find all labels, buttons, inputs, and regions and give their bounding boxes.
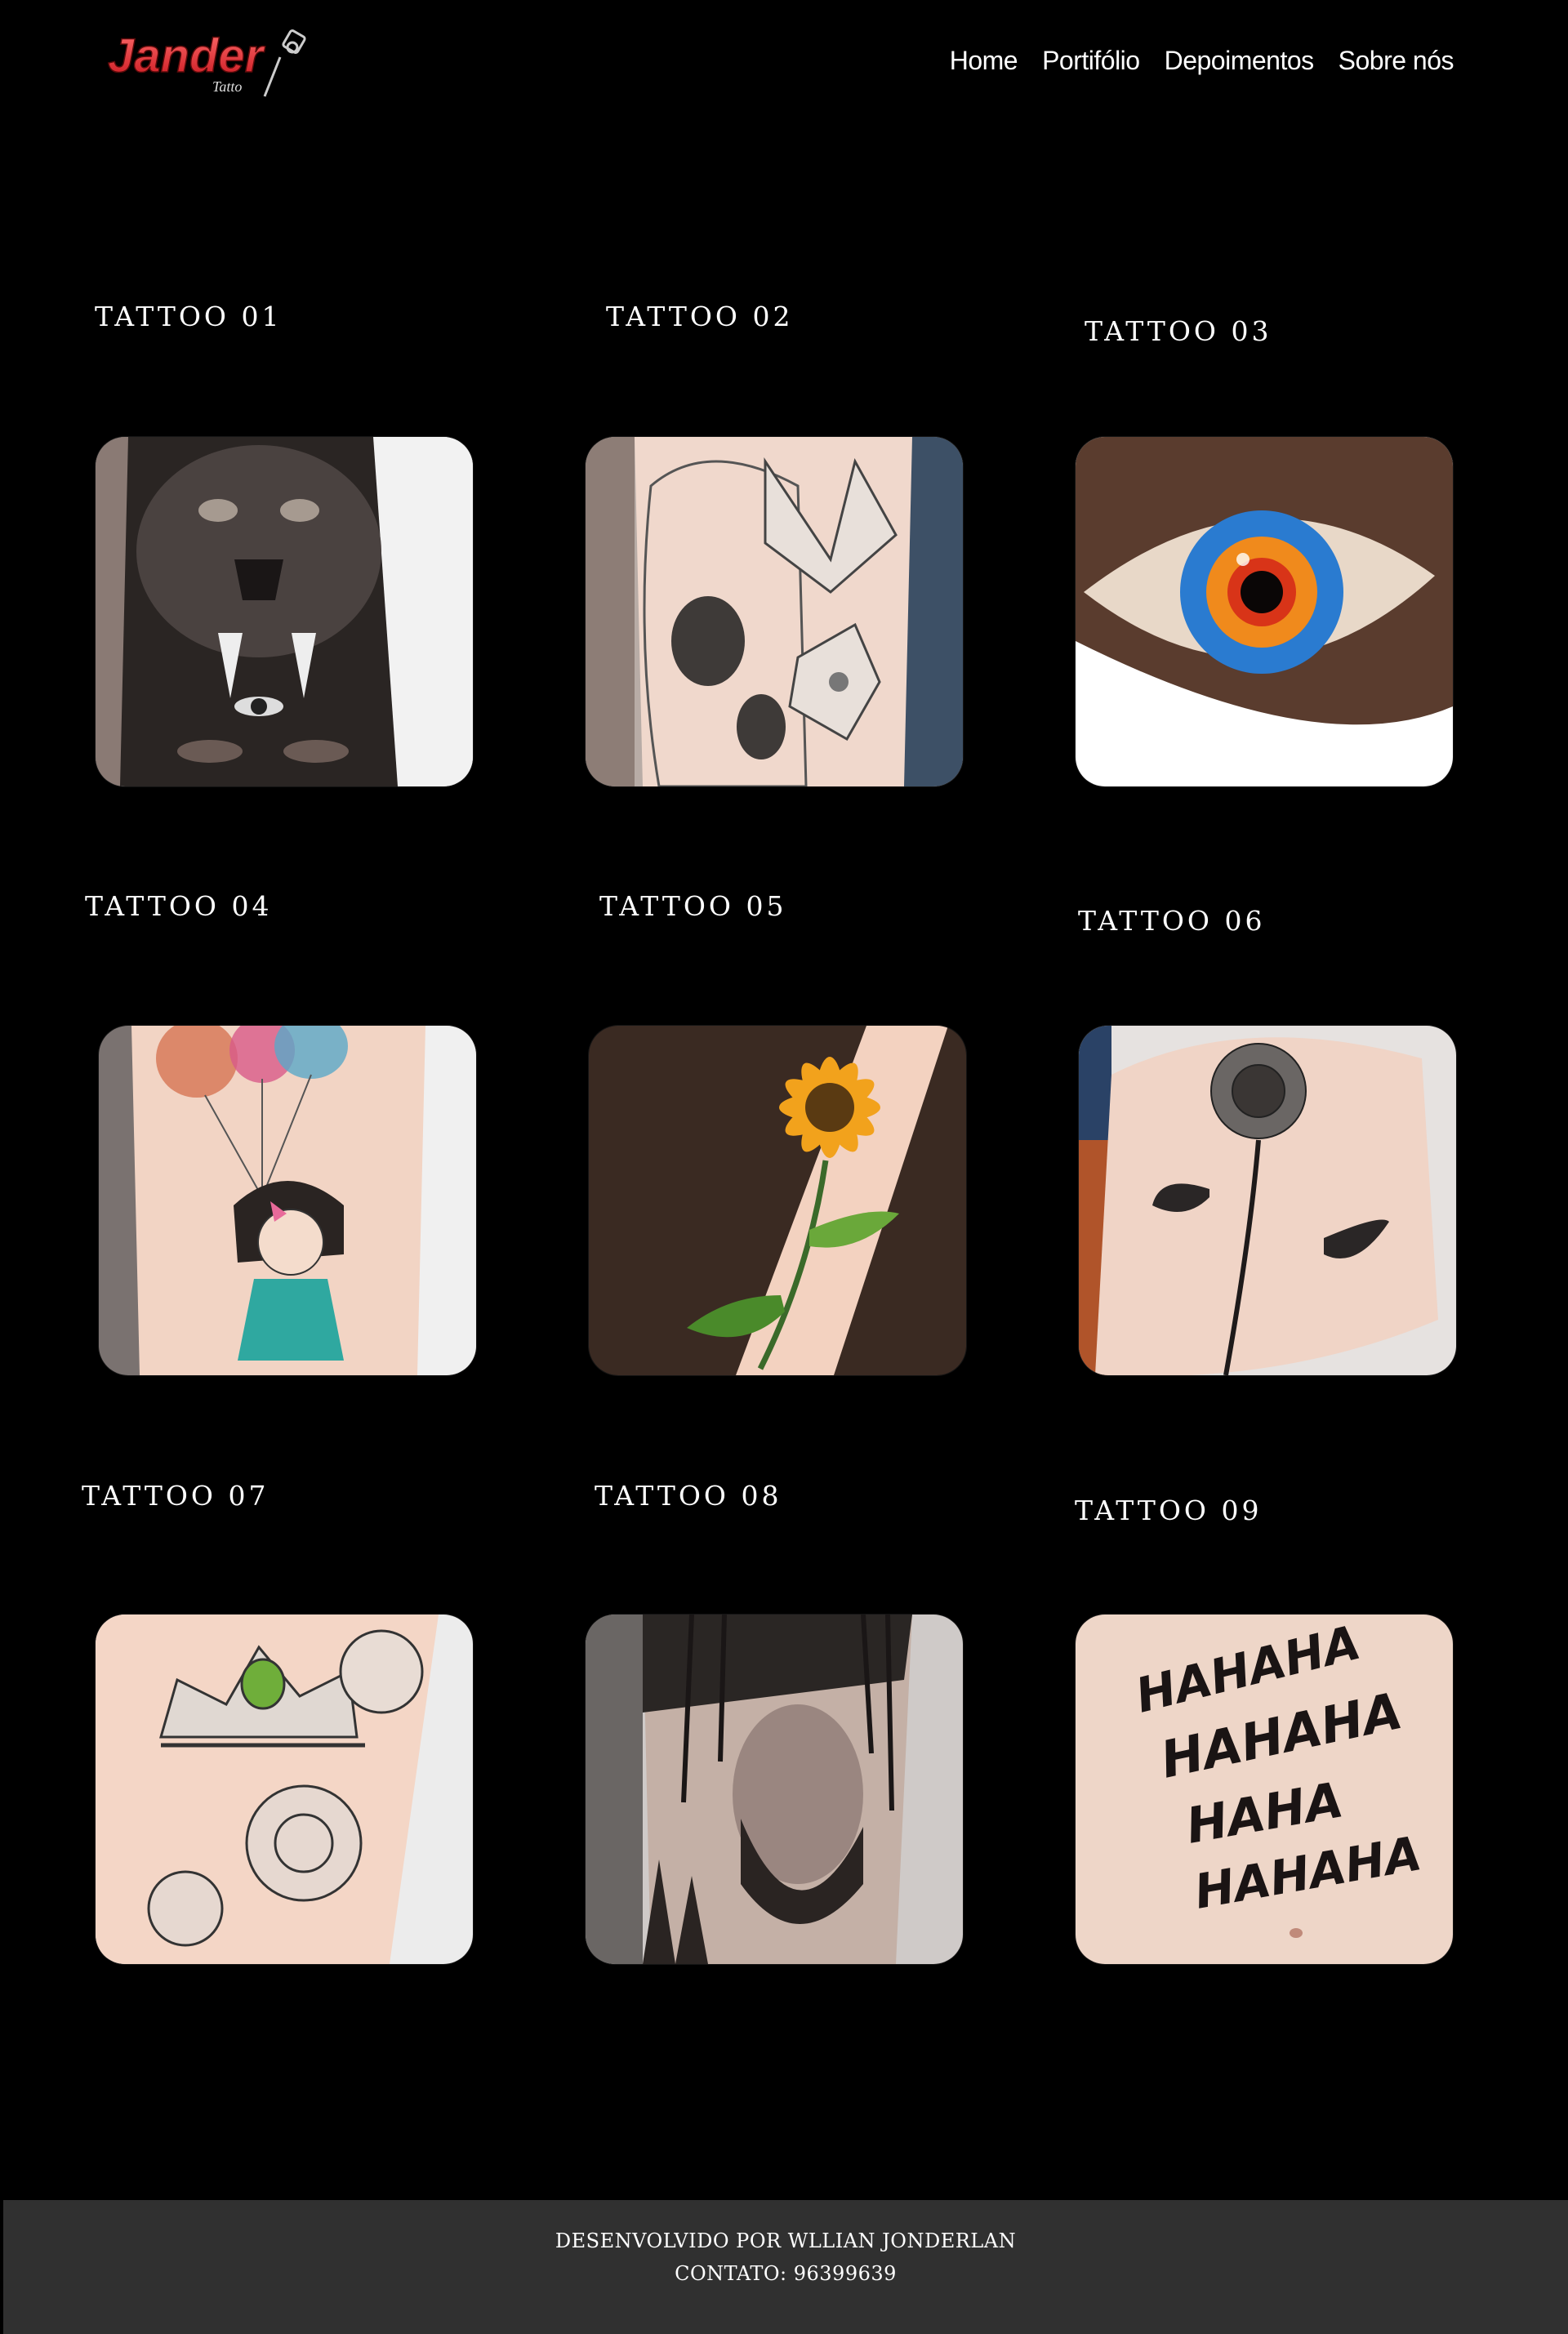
bearded-man-forest-tattoo: [586, 1615, 963, 1964]
page: Jander Tatto Home Portifólio Depoimentos…: [0, 0, 1568, 2334]
card-title-5: TATTOO 05: [599, 890, 787, 922]
nav-about[interactable]: Sobre nós: [1339, 46, 1454, 76]
hahaha-chest-tattoo: HAHAHA HAHAHA HAHA HAHAHA: [1076, 1615, 1453, 1964]
card-title-3: TATTOO 03: [1085, 315, 1272, 347]
card-title-7: TATTOO 07: [82, 1480, 270, 1512]
nav-portfolio[interactable]: Portifólio: [1042, 46, 1140, 76]
site-footer: DESENVOLVIDO POR WLLIAN JONDERLAN CONTAT…: [3, 2200, 1568, 2334]
tattoo-image-9[interactable]: HAHAHA HAHAHA HAHA HAHAHA: [1076, 1615, 1453, 1964]
nav-testimonials[interactable]: Depoimentos: [1165, 46, 1315, 76]
skull-lily-tattoo: [586, 437, 963, 786]
tattoo-image-6[interactable]: [1079, 1026, 1456, 1375]
tattoo-image-2[interactable]: [586, 437, 963, 786]
tattoo-machine-icon: [263, 29, 306, 97]
site-header: Jander Tatto Home Portifólio Depoimentos…: [0, 0, 1568, 131]
crown-roses-tattoo: [96, 1615, 473, 1964]
tattoo-image-1[interactable]: [96, 437, 473, 786]
tattoo-image-8[interactable]: [586, 1615, 963, 1964]
logo[interactable]: Jander Tatto: [105, 24, 325, 106]
nav-home[interactable]: Home: [950, 46, 1018, 76]
card-title-6: TATTOO 06: [1078, 905, 1266, 937]
card-title-9: TATTOO 09: [1075, 1494, 1263, 1526]
clock-eye-tattoo: [1076, 437, 1453, 786]
card-title-4: TATTOO 04: [85, 890, 273, 922]
tattoo-image-3[interactable]: [1076, 437, 1453, 786]
main-nav: Home Portifólio Depoimentos Sobre nós: [950, 46, 1454, 76]
card-title-8: TATTOO 08: [595, 1480, 782, 1512]
logo-subtext: Tatto: [212, 78, 242, 95]
logo-graphic: Jander Tatto: [107, 29, 306, 97]
card-title-1: TATTOO 01: [95, 301, 283, 332]
tattoo-image-4[interactable]: [99, 1026, 476, 1375]
rose-tattoo: [1079, 1026, 1456, 1375]
sunflower-tattoo: [589, 1026, 966, 1375]
tattoo-image-7[interactable]: [96, 1615, 473, 1964]
card-title-2: TATTOO 02: [606, 301, 794, 332]
girl-balloons-tattoo: [99, 1026, 476, 1375]
lion-face-tattoo: [96, 437, 473, 786]
footer-contact: CONTATO: 96399639: [675, 2262, 897, 2285]
footer-credit: DESENVOLVIDO POR WLLIAN JONDERLAN: [555, 2229, 1017, 2252]
logo-text: Jander: [108, 29, 266, 82]
tattoo-image-5[interactable]: [589, 1026, 966, 1375]
